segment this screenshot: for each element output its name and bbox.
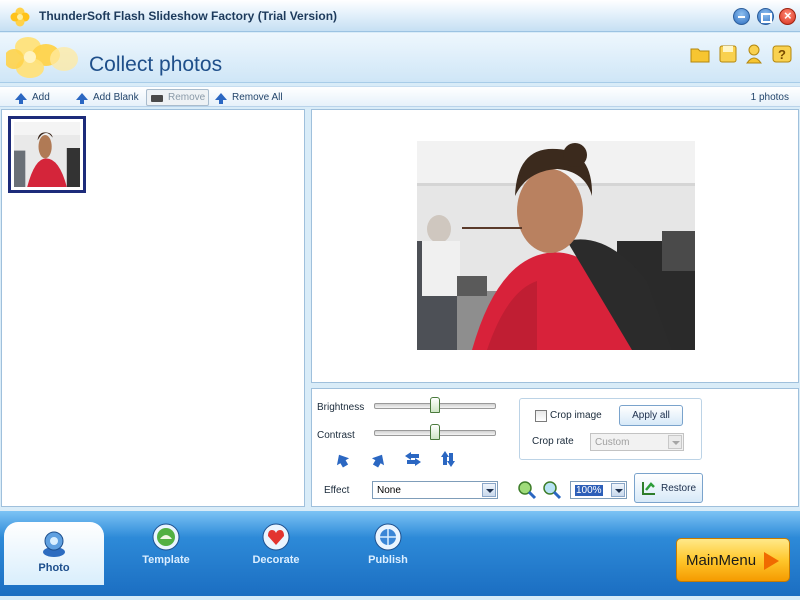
- minimize-button[interactable]: [733, 8, 750, 25]
- tab-photo[interactable]: Photo: [4, 522, 104, 585]
- main-menu-label: MainMenu: [686, 551, 757, 569]
- tab-template[interactable]: Template: [116, 517, 216, 581]
- rotate-left-icon[interactable]: [332, 450, 352, 470]
- page-title: Collect photos: [89, 53, 223, 76]
- restore-icon: [641, 482, 655, 495]
- publish-tab-icon: [374, 523, 402, 551]
- tab-decorate-label: Decorate: [252, 554, 300, 566]
- add-photo-icon: [15, 92, 27, 104]
- flower-logo-icon: [6, 37, 78, 78]
- photo-adjust-panel: Brightness Contrast Effect None Crop ima…: [311, 388, 799, 507]
- photo-count: 1 photos: [750, 92, 789, 103]
- photo-tab-icon: [43, 531, 65, 557]
- svg-text:?: ?: [778, 47, 786, 62]
- add-button-label: Add: [32, 92, 50, 103]
- zoom-select[interactable]: 100%: [570, 481, 627, 499]
- toolbar: Add Add Blank Remove Remove All 1 photos: [0, 86, 800, 107]
- question-icon[interactable]: ?: [771, 43, 793, 65]
- photo-list-panel: [1, 109, 305, 507]
- remove-button[interactable]: Remove: [146, 89, 210, 106]
- crop-image-checkbox[interactable]: [535, 410, 547, 422]
- photo-preview-panel: [311, 109, 799, 383]
- restore-button-label: Restore: [660, 482, 696, 494]
- preview-image: [417, 141, 695, 350]
- page-header: Collect photos ?: [0, 33, 800, 83]
- zoom-select-value: 100%: [575, 485, 603, 496]
- rotate-right-icon[interactable]: [369, 450, 389, 470]
- photo-thumbnail[interactable]: [8, 116, 86, 193]
- tab-publish-label: Publish: [368, 554, 408, 566]
- folder-icon[interactable]: [689, 43, 711, 65]
- apply-all-button-label: Apply all: [632, 410, 670, 421]
- crop-rate-select-value: Custom: [595, 437, 630, 448]
- effect-select-value: None: [377, 485, 401, 496]
- tab-publish[interactable]: Publish: [338, 517, 438, 581]
- chevron-down-icon[interactable]: [482, 483, 496, 497]
- tab-template-label: Template: [142, 554, 190, 566]
- brightness-slider-thumb[interactable]: [430, 397, 440, 413]
- chevron-down-icon[interactable]: [611, 483, 625, 497]
- flip-horizontal-icon[interactable]: [403, 449, 423, 469]
- tab-decorate[interactable]: Decorate: [226, 517, 326, 581]
- apply-all-button[interactable]: Apply all: [619, 405, 683, 426]
- chevron-down-icon[interactable]: [668, 435, 682, 449]
- decorate-tab-icon: [262, 523, 290, 551]
- bottom-strip: [0, 596, 800, 600]
- crop-group: Crop image Apply all Crop rate Custom: [519, 398, 702, 460]
- arrow-right-icon: [764, 552, 779, 570]
- title-bar: ThunderSoft Flash Slideshow Factory (Tri…: [0, 0, 800, 32]
- tab-photo-label: Photo: [38, 562, 70, 574]
- crop-rate-select[interactable]: Custom: [590, 433, 684, 451]
- remove-icon: [151, 94, 163, 102]
- add-blank-button-label: Add Blank: [93, 92, 139, 103]
- remove-all-button[interactable]: Remove All: [214, 89, 283, 106]
- brightness-label: Brightness: [317, 402, 365, 413]
- add-blank-button[interactable]: Add Blank: [75, 89, 139, 106]
- help-person-icon[interactable]: [743, 43, 765, 65]
- effect-select[interactable]: None: [372, 481, 498, 499]
- crop-rate-label: Crop rate: [532, 436, 574, 447]
- crop-image-label: Crop image: [550, 410, 602, 421]
- template-tab-icon: [152, 523, 180, 551]
- close-button[interactable]: [779, 8, 796, 25]
- thumbnail-image: [14, 122, 80, 187]
- contrast-label: Contrast: [317, 430, 355, 441]
- bottom-navigation: Photo Template Decorate Publish MainMenu: [0, 511, 800, 600]
- save-icon[interactable]: [717, 43, 739, 65]
- add-blank-icon: [76, 92, 88, 104]
- zoom-out-icon[interactable]: [542, 480, 562, 500]
- remove-all-icon: [215, 92, 227, 104]
- maximize-button[interactable]: [757, 8, 774, 25]
- flip-vertical-icon[interactable]: [438, 449, 458, 469]
- window-title: ThunderSoft Flash Slideshow Factory (Tri…: [39, 9, 338, 23]
- effect-label: Effect: [324, 485, 350, 496]
- restore-button[interactable]: Restore: [634, 473, 703, 503]
- zoom-in-icon[interactable]: [517, 480, 537, 500]
- remove-button-label: Remove: [168, 92, 206, 103]
- contrast-slider-thumb[interactable]: [430, 424, 440, 440]
- add-button[interactable]: Add: [14, 89, 50, 106]
- main-menu-button[interactable]: MainMenu: [676, 538, 790, 582]
- remove-all-button-label: Remove All: [232, 92, 283, 103]
- app-flower-icon: [10, 7, 30, 27]
